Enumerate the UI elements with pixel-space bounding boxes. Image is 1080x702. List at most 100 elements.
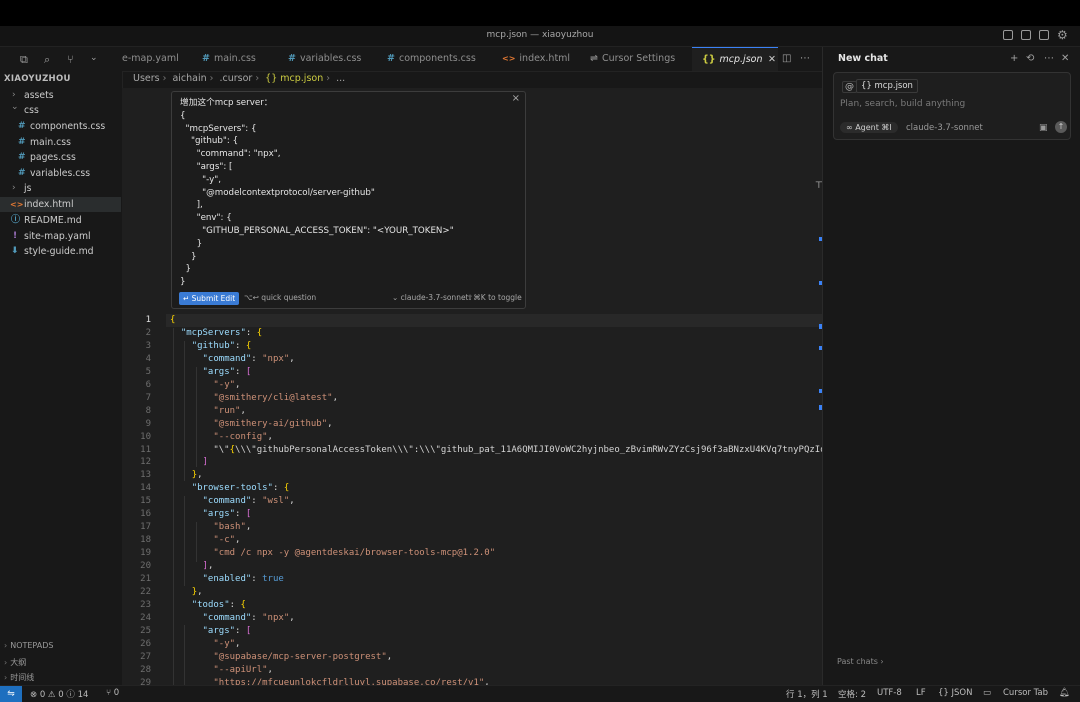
tree-item-components-css[interactable]: # components.css xyxy=(0,119,121,134)
tab-components-css[interactable]: # components.css xyxy=(387,47,476,71)
close-icon[interactable]: ✕ xyxy=(768,48,776,72)
yaml-file-icon: ! xyxy=(13,231,18,241)
tab-index-html[interactable]: <> index.html xyxy=(502,47,570,71)
breadcrumb-item[interactable]: aichain xyxy=(172,73,206,84)
tree-item-main-css[interactable]: # main.css xyxy=(0,135,121,150)
tab-variables-css[interactable]: # variables.css xyxy=(288,47,361,71)
line-number: 20 xyxy=(140,561,151,572)
toggle-primary-sidebar-icon[interactable] xyxy=(1003,30,1013,40)
send-button[interactable]: ↑ xyxy=(1055,121,1067,133)
more-actions-icon[interactable]: ⋯ xyxy=(800,53,810,64)
bell-icon[interactable]: 🔔︎ xyxy=(1059,688,1070,698)
code-line: "run", xyxy=(213,405,246,416)
chat-model-selector[interactable]: claude-3.7-sonnet xyxy=(906,123,983,133)
source-control-icon[interactable]: ⑂ xyxy=(67,53,74,66)
tree-item-site-map[interactable]: ! site-map.yaml xyxy=(0,229,121,244)
toggle-panel-icon[interactable] xyxy=(1021,30,1031,40)
tab-main-css[interactable]: # main.css xyxy=(202,47,256,71)
language-mode[interactable]: {} JSON xyxy=(938,688,972,698)
line-number: 6 xyxy=(145,379,151,390)
submit-edit-button[interactable]: ↵ Submit Edit xyxy=(179,292,240,305)
line-number: 11 xyxy=(140,444,151,455)
mention-icon[interactable]: @ xyxy=(842,81,857,93)
line-number: 18 xyxy=(140,535,151,546)
line-number: 22 xyxy=(140,586,151,597)
encoding[interactable]: UTF-8 xyxy=(877,688,902,698)
indentation[interactable]: 空格: 2 xyxy=(838,688,866,700)
chevron-down-icon: ⌄ xyxy=(11,102,19,112)
code-line: "browser-tools": { xyxy=(191,483,290,494)
chat-panel: New chat + ⟲ ⋯ ✕ @ {} mcp.json Plan, sea… xyxy=(822,47,1080,685)
close-icon[interactable]: ✕ xyxy=(1061,53,1069,64)
chevron-right-icon: › xyxy=(4,641,8,650)
inline-edit-prompt[interactable]: 增加这个mcp server： { "mcpServers": { "githu… xyxy=(171,91,526,309)
split-editor-icon[interactable]: ◫ xyxy=(782,53,791,64)
css-file-icon: # xyxy=(387,53,395,64)
chevron-down-icon[interactable]: ⌄ xyxy=(90,53,98,63)
html-file-icon: <> xyxy=(502,54,516,63)
tab-cursor-settings[interactable]: ⇌ Cursor Settings xyxy=(590,47,675,71)
css-file-icon: # xyxy=(288,53,296,64)
terminal-icon[interactable]: ▭ xyxy=(983,688,991,698)
code-line: "args": [ xyxy=(202,509,252,520)
tab-mcp-json[interactable]: {} mcp.json ✕ xyxy=(692,47,778,71)
tree-item-js[interactable]: › js xyxy=(0,181,121,196)
image-icon[interactable]: ▣ xyxy=(1039,123,1048,133)
tree-item-readme[interactable]: ⓘ README.md xyxy=(0,213,121,228)
line-number: 5 xyxy=(145,366,151,377)
breadcrumb-item[interactable]: {} mcp.json xyxy=(265,73,323,84)
ports-indicator[interactable]: ⑂ 0 xyxy=(106,688,119,698)
model-selector[interactable]: ⌄ claude-3.7-sonnet xyxy=(392,293,469,302)
line-number: 28 xyxy=(140,664,151,675)
cursor-position[interactable]: 行 1，列 1 xyxy=(786,688,828,700)
explorer-title: XIAOYUZHOU xyxy=(4,74,71,84)
tree-item-index-html[interactable]: <> index.html xyxy=(0,197,121,212)
breadcrumb-item[interactable]: Users xyxy=(133,73,160,84)
tree-item-pages-css[interactable]: # pages.css xyxy=(0,150,121,165)
problems-indicator[interactable]: ⊗ 0 ⚠ 0 ⓘ 14 xyxy=(30,688,88,700)
close-icon[interactable]: × xyxy=(512,93,520,104)
gear-icon[interactable]: ⚙ xyxy=(1057,28,1068,42)
line-number: 13 xyxy=(140,470,151,481)
agent-mode-selector[interactable]: ∞ Agent ⌘I xyxy=(840,122,898,133)
remote-icon[interactable]: ⇋ xyxy=(0,686,22,702)
line-ending[interactable]: LF xyxy=(916,688,926,698)
top-band xyxy=(0,0,1080,26)
quick-question-button[interactable]: ⌥↩ quick question xyxy=(244,293,316,302)
chat-input[interactable]: Plan, search, build anything xyxy=(840,99,965,109)
context-pill[interactable]: {} mcp.json xyxy=(856,79,918,93)
more-actions-icon[interactable]: ⋯ xyxy=(1044,53,1054,64)
new-chat-icon[interactable]: + xyxy=(1010,53,1018,64)
panel-timeline[interactable]: › 时间线 xyxy=(4,672,34,683)
chat-input-box[interactable]: @ {} mcp.json Plan, search, build anythi… xyxy=(833,72,1071,140)
history-icon[interactable]: ⟲ xyxy=(1026,53,1034,64)
info-icon: ⓘ xyxy=(11,215,21,225)
past-chats-link[interactable]: Past chats › xyxy=(837,657,884,666)
line-number: 24 xyxy=(140,612,151,623)
breadcrumb: Users › aichain › .cursor › {} mcp.json › ..… xyxy=(133,73,346,84)
css-file-icon: # xyxy=(202,53,210,64)
tree-item-variables-css[interactable]: # variables.css xyxy=(0,166,121,181)
code-line: "bash", xyxy=(213,522,252,533)
panel-outline[interactable]: › 大纲 xyxy=(4,657,26,668)
breadcrumb-item[interactable]: .cursor xyxy=(219,73,252,84)
breadcrumb-item[interactable]: ... xyxy=(336,73,345,84)
prompt-input[interactable]: 增加这个mcp server： { "mcpServers": { "githu… xyxy=(180,97,454,289)
search-icon[interactable]: ⌕ xyxy=(44,53,50,67)
code-line: }, xyxy=(191,470,203,481)
line-number: 26 xyxy=(140,638,151,649)
files-icon[interactable]: ⧉ xyxy=(20,53,28,67)
cursor-tab-status[interactable]: Cursor Tab xyxy=(1003,688,1048,698)
code-line: "command": "wsl", xyxy=(202,496,295,507)
code-line: "@smithery-ai/github", xyxy=(213,418,333,429)
chevron-right-icon: › xyxy=(12,183,16,193)
code-line: "https://mfcueunlokcfldrlluyl.supabase.c… xyxy=(213,677,490,685)
chat-title: New chat xyxy=(838,53,888,64)
html-file-icon: <> xyxy=(10,200,24,209)
toggle-hint: ⇧⌘K to toggle xyxy=(467,293,522,302)
tree-item-style-guide[interactable]: ⬇ style-guide.md xyxy=(0,244,121,259)
tab-site-map[interactable]: e-map.yaml xyxy=(122,47,179,71)
tree-item-css[interactable]: ⌄ css xyxy=(0,102,121,118)
panel-notepads[interactable]: › NOTEPADS xyxy=(4,641,53,650)
toggle-secondary-sidebar-icon[interactable] xyxy=(1039,30,1049,40)
